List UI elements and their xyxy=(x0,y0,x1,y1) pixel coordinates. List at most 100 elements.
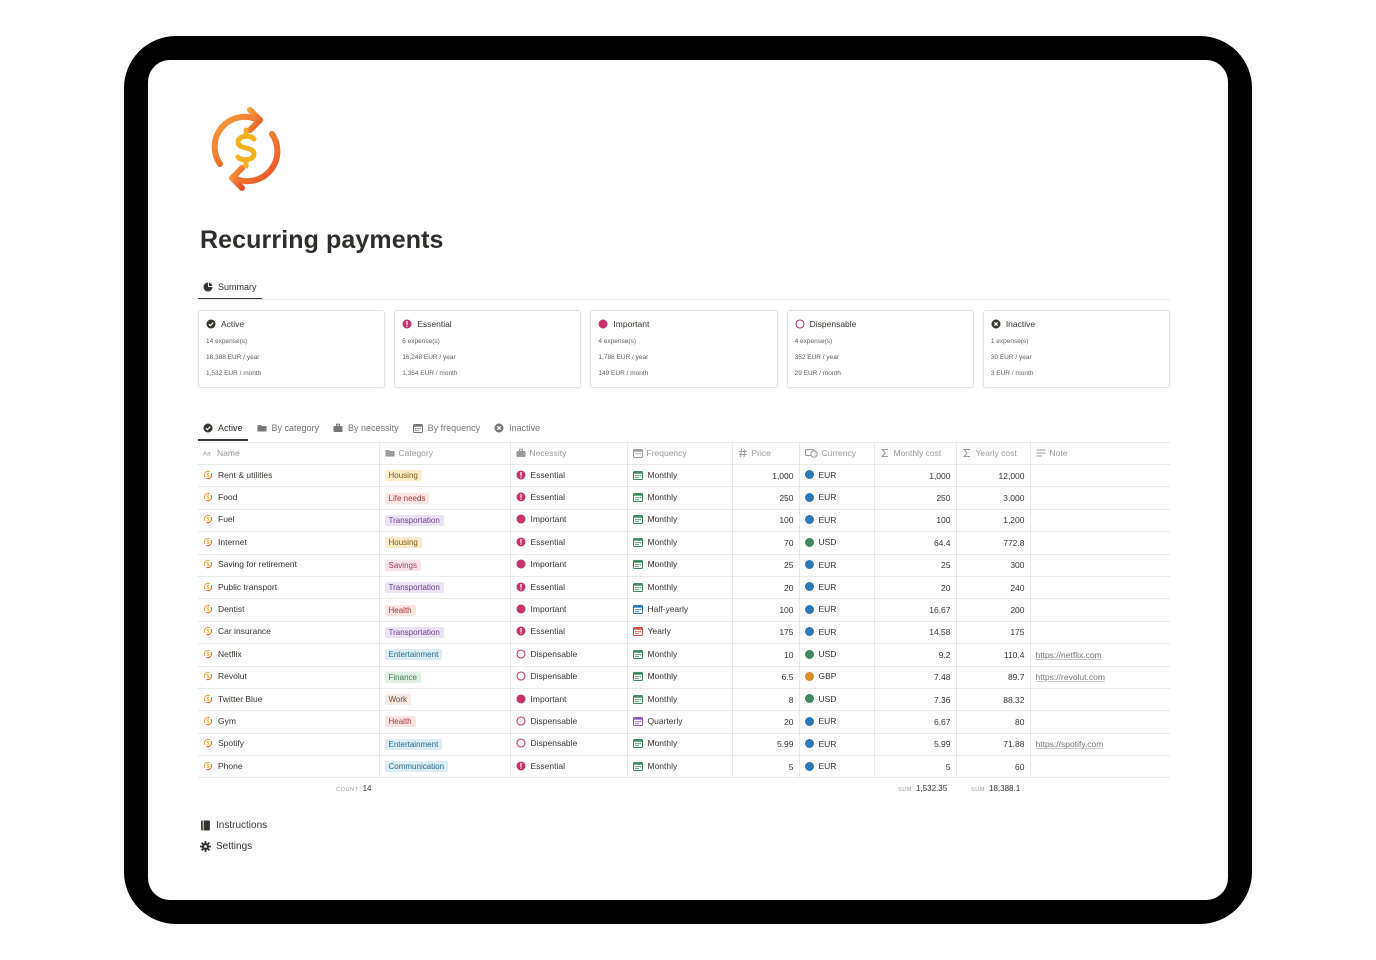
cell-note[interactable]: https://revolut.com xyxy=(1030,666,1170,689)
cell-category[interactable]: Entertainment xyxy=(379,733,511,757)
table-row[interactable]: Gym Health Dispensable Quarterly 20 EUR 6.67 80 xyxy=(198,710,1170,734)
cell-category[interactable]: Transportation xyxy=(379,509,511,533)
cell-category[interactable]: Health xyxy=(379,598,511,622)
cell-category[interactable]: Finance xyxy=(379,666,511,689)
monthly-sum-calculation[interactable]: SUM 1,532.35 xyxy=(898,784,947,793)
table-row[interactable]: Spotify Entertainment Dispensable Monthly 5.… xyxy=(198,733,1170,757)
cell-note[interactable] xyxy=(1030,621,1170,645)
cell-necessity[interactable]: Essential xyxy=(510,531,628,555)
cell-currency[interactable]: USD xyxy=(799,688,875,712)
table-row[interactable]: Car insurance Transportation Essential Year… xyxy=(198,621,1170,645)
cell-currency[interactable]: EUR xyxy=(799,598,875,622)
tab-by-frequency[interactable]: By frequency xyxy=(408,416,486,440)
cell-note[interactable] xyxy=(1030,755,1170,779)
card-essential[interactable]: Essential 6 expense(s) 16,248 EUR / year… xyxy=(394,310,582,388)
cell-price[interactable]: 20 xyxy=(732,710,800,734)
table-row[interactable]: Dentist Health Important Half-yearly 100 EUR 1… xyxy=(198,598,1170,622)
cell-category[interactable]: Work xyxy=(379,688,511,712)
cell-necessity[interactable]: Important xyxy=(510,598,628,622)
cell-currency[interactable]: EUR xyxy=(799,486,875,510)
cell-category[interactable]: Transportation xyxy=(379,621,511,645)
cell-frequency[interactable]: Monthly xyxy=(627,755,733,779)
cell-frequency[interactable]: Half-yearly xyxy=(627,598,733,622)
cell-frequency[interactable]: Monthly xyxy=(627,509,733,533)
cell-frequency[interactable]: Yearly xyxy=(627,621,733,645)
cell-name[interactable]: Revolut xyxy=(198,666,380,689)
cell-currency[interactable]: EUR xyxy=(799,576,875,600)
column-header[interactable]: Aa Name xyxy=(198,442,380,465)
cell-name[interactable]: Netflix xyxy=(198,643,380,667)
cell-note[interactable]: https://spotify.com xyxy=(1030,733,1170,757)
cell-name[interactable]: Spotify xyxy=(198,733,380,757)
column-header[interactable]: Monthly cost xyxy=(874,442,957,465)
cell-name[interactable]: Car insurance xyxy=(198,621,380,645)
cell-necessity[interactable]: Essential xyxy=(510,464,628,488)
cell-price[interactable]: 70 xyxy=(732,531,800,555)
column-header[interactable]: Price xyxy=(732,442,800,465)
cell-note[interactable] xyxy=(1030,509,1170,533)
cell-necessity[interactable]: Essential xyxy=(510,621,628,645)
table-row[interactable]: Revolut Finance Dispensable Monthly 6.5 GBP 7.… xyxy=(198,666,1170,689)
cell-note[interactable] xyxy=(1030,598,1170,622)
table-row[interactable]: Public transport Transportation Essential M… xyxy=(198,576,1170,600)
cell-frequency[interactable]: Monthly xyxy=(627,464,733,488)
tab-active[interactable]: Active xyxy=(198,416,248,441)
cell-name[interactable]: Dentist xyxy=(198,598,380,622)
tab-inactive[interactable]: Inactive xyxy=(489,416,545,440)
cell-price[interactable]: 100 xyxy=(732,598,800,622)
tab-by-necessity[interactable]: By necessity xyxy=(328,416,404,440)
cell-frequency[interactable]: Monthly xyxy=(627,688,733,712)
cell-name[interactable]: Public transport xyxy=(198,576,380,600)
cell-necessity[interactable]: Dispensable xyxy=(510,666,628,689)
cell-currency[interactable]: GBP xyxy=(799,666,875,689)
cell-note[interactable] xyxy=(1030,710,1170,734)
cell-necessity[interactable]: Important xyxy=(510,509,628,533)
table-row[interactable]: Twitter Blue Work Important Monthly 8 USD 7.36… xyxy=(198,688,1170,712)
cell-category[interactable]: Entertainment xyxy=(379,643,511,667)
cell-frequency[interactable]: Monthly xyxy=(627,666,733,689)
cell-necessity[interactable]: Essential xyxy=(510,486,628,510)
card-active[interactable]: Active 14 expense(s) 18,388 EUR / year 1… xyxy=(198,310,386,388)
cell-currency[interactable]: EUR xyxy=(799,755,875,779)
cell-note[interactable] xyxy=(1030,486,1170,510)
cell-necessity[interactable]: Important xyxy=(510,688,628,712)
cell-currency[interactable]: EUR xyxy=(799,464,875,488)
cell-currency[interactable]: EUR xyxy=(799,733,875,757)
cell-category[interactable]: Savings xyxy=(379,554,511,577)
link-instructions[interactable]: Instructions xyxy=(200,820,267,831)
card-dispensable[interactable]: Dispensable 4 expense(s) 352 EUR / year … xyxy=(786,310,974,388)
cell-note[interactable] xyxy=(1030,554,1170,577)
cell-price[interactable]: 20 xyxy=(732,576,800,600)
card-inactive[interactable]: Inactive 1 expense(s) 30 EUR / year 3 EU… xyxy=(982,310,1171,388)
yearly-sum-calculation[interactable]: SUM 18,388.1 xyxy=(971,784,1020,793)
cell-currency[interactable]: EUR xyxy=(799,554,875,577)
cell-frequency[interactable]: Quarterly xyxy=(627,710,733,734)
column-header[interactable]: Necessity xyxy=(510,442,628,465)
note-link[interactable]: https://spotify.com xyxy=(1036,739,1104,749)
cell-currency[interactable]: USD xyxy=(799,531,875,555)
cell-necessity[interactable]: Essential xyxy=(510,755,628,779)
table-row[interactable]: Food Life needs Essential Monthly 250 EUR 250 3… xyxy=(198,486,1170,510)
cell-frequency[interactable]: Monthly xyxy=(627,554,733,577)
table-row[interactable]: Phone Communication Essential Monthly 5 EUR 5 6… xyxy=(198,755,1170,779)
cell-price[interactable]: 10 xyxy=(732,643,800,667)
cell-name[interactable]: Gym xyxy=(198,710,380,734)
table-row[interactable]: Rent & utilities Housing Essential Monthly 1… xyxy=(198,464,1170,488)
tab-by-category[interactable]: By category xyxy=(252,416,325,440)
cell-name[interactable]: Saving for retirement xyxy=(198,554,380,577)
cell-note[interactable] xyxy=(1030,576,1170,600)
cell-necessity[interactable]: Dispensable xyxy=(510,710,628,734)
cell-currency[interactable]: USD xyxy=(799,643,875,667)
cell-name[interactable]: Rent & utilities xyxy=(198,464,380,488)
cell-currency[interactable]: EUR xyxy=(799,621,875,645)
cell-note[interactable] xyxy=(1030,531,1170,555)
cell-category[interactable]: Housing xyxy=(379,531,511,555)
cell-note[interactable]: https://netflix.com xyxy=(1030,643,1170,667)
table-row[interactable]: Fuel Transportation Important Monthly 100 EUR… xyxy=(198,509,1170,533)
cell-name[interactable]: Food xyxy=(198,486,380,510)
cell-frequency[interactable]: Monthly xyxy=(627,643,733,667)
column-header[interactable]: Category xyxy=(379,442,511,465)
cell-price[interactable]: 8 xyxy=(732,688,800,712)
cell-frequency[interactable]: Monthly xyxy=(627,531,733,555)
cell-category[interactable]: Life needs xyxy=(379,486,511,510)
